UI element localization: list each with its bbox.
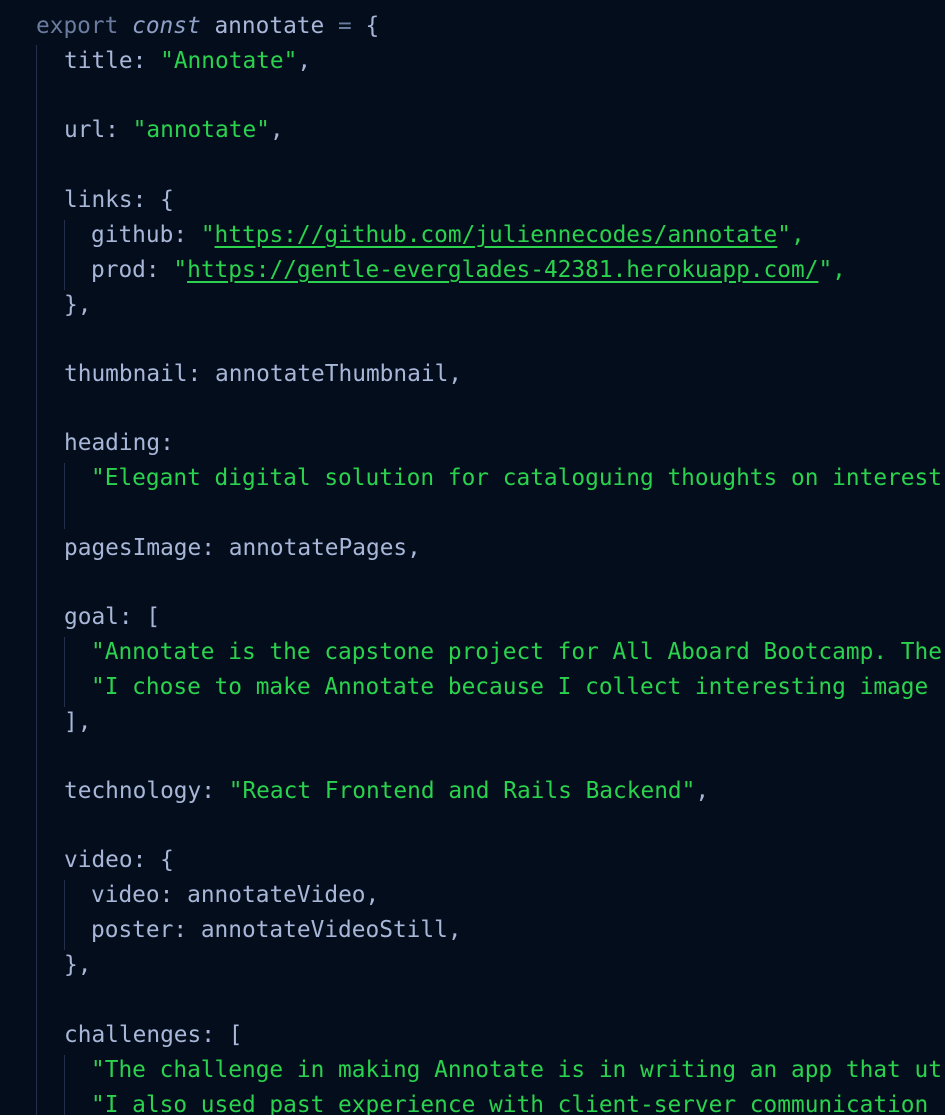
code-line-links: links: { [64, 183, 174, 218]
property-key: poster: [91, 917, 188, 943]
indent-guide [64, 880, 65, 950]
identifier-value: annotateThumbnail, [214, 361, 463, 387]
code-editor[interactable]: export const annotate = { title: "Annota… [0, 0, 945, 1115]
property-key: thumbnail: [64, 361, 202, 387]
property-key: github: [91, 222, 188, 248]
assign-operator: = [338, 13, 352, 39]
identifier-value: annotatePages, [228, 535, 421, 561]
github-url-link[interactable]: https://github.com/juliennecodes/annotat… [215, 222, 778, 248]
code-line-video-video: video: annotateVideo, [91, 878, 379, 913]
keyword-const: const [132, 13, 201, 39]
property-key: technology: [64, 778, 215, 804]
string-value: "I chose to make Annotate because I coll… [91, 674, 929, 700]
open-brace: { [365, 13, 380, 39]
property-key: url: [64, 117, 119, 143]
property-key: prod: [91, 257, 160, 283]
property-key: links: { [64, 187, 174, 213]
identifier-value: annotateVideoStill, [200, 917, 462, 943]
property-key: heading: [64, 430, 174, 456]
quote: " [200, 222, 215, 248]
code-line-goal: goal: [ [64, 600, 160, 635]
property-key: video: { [64, 847, 174, 873]
property-key: title: [64, 48, 147, 74]
indent-guide [64, 220, 65, 290]
indent-guide [64, 637, 65, 707]
code-line-video: video: { [64, 843, 174, 878]
close-brace: }, [64, 292, 92, 318]
code-line-url: url: "annotate", [64, 113, 284, 148]
property-key: goal: [ [64, 604, 161, 630]
code-line-pagesimage: pagesImage: annotatePages, [64, 531, 421, 566]
comma: , [695, 778, 710, 804]
code-line-goal-1: "Annotate is the capstone project for Al… [91, 635, 942, 670]
code-line-github: github: "https://github.com/juliennecode… [91, 218, 805, 253]
property-key: video: [91, 882, 174, 908]
identifier-value: annotateVideo, [187, 882, 380, 908]
indent-guide [64, 463, 65, 529]
comma: , [297, 48, 312, 74]
code-line-challenges-1: "The challenge in making Annotate is in … [91, 1053, 942, 1088]
code-line-video-close: }, [64, 948, 91, 983]
comma: , [269, 117, 284, 143]
string-value: "Annotate is the capstone project for Al… [91, 639, 942, 665]
code-line-heading: heading: [64, 426, 174, 461]
code-line-challenges: challenges: [ [64, 1018, 242, 1053]
code-line-technology: technology: "React Frontend and Rails Ba… [64, 774, 709, 809]
code-line-title: title: "Annotate", [64, 44, 311, 79]
quote: " [173, 257, 188, 283]
property-key: challenges: [ [64, 1022, 243, 1048]
string-value: "Elegant digital solution for cataloguin… [91, 465, 942, 491]
keyword-export: export [36, 13, 119, 39]
string-value: "Annotate" [160, 48, 298, 74]
code-line-video-poster: poster: annotateVideoStill, [91, 913, 462, 948]
string-value: "React Frontend and Rails Backend" [228, 778, 696, 804]
prod-url-link[interactable]: https://gentle-everglades-42381.herokuap… [187, 257, 818, 283]
code-line-prod: prod: "https://gentle-everglades-42381.h… [91, 253, 846, 288]
code-line-thumbnail: thumbnail: annotateThumbnail, [64, 357, 462, 392]
code-line-challenges-2: "I also used past experience with client… [91, 1088, 928, 1115]
string-value: "annotate" [132, 117, 270, 143]
code-line-heading-value: "Elegant digital solution for cataloguin… [91, 461, 942, 496]
close-bracket: ], [64, 709, 92, 735]
code-line-export: export const annotate = { [36, 9, 379, 44]
string-value: "The challenge in making Annotate is in … [91, 1057, 942, 1083]
indent-guide [64, 1055, 65, 1115]
property-key: pagesImage: [64, 535, 215, 561]
quote: ", [777, 222, 805, 248]
quote: ", [818, 257, 846, 283]
code-line-goal-2: "I chose to make Annotate because I coll… [91, 670, 928, 705]
close-brace: }, [64, 952, 92, 978]
code-line-links-close: }, [64, 288, 91, 323]
variable-name: annotate [214, 13, 325, 39]
string-value: "I also used past experience with client… [91, 1092, 929, 1115]
indent-guide [36, 45, 37, 1115]
code-line-goal-close: ], [64, 705, 91, 740]
